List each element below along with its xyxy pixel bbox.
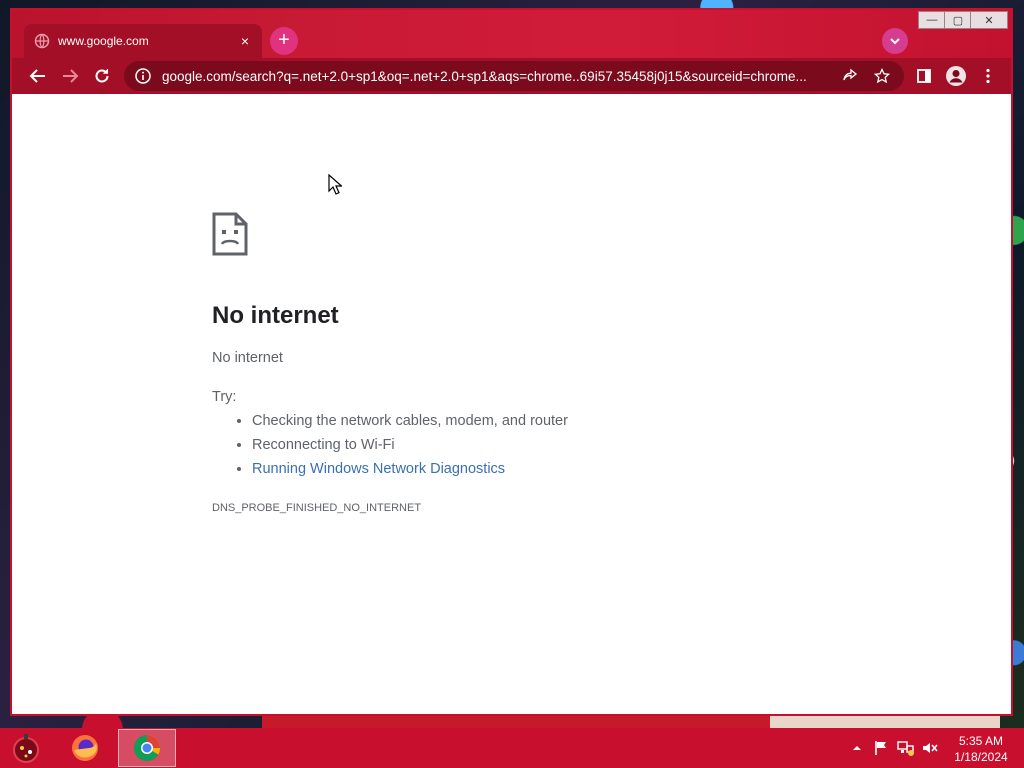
taskbar-firefox[interactable] [56,729,114,767]
minimize-button[interactable]: — [918,11,946,29]
share-icon[interactable] [838,64,862,88]
suggestion-item: Reconnecting to Wi-Fi [252,435,568,459]
clock-date: 1/18/2024 [954,750,1008,764]
new-tab-button[interactable]: + [270,27,298,55]
suggestion-list: Checking the network cables, modem, and … [234,411,568,483]
start-orb-icon [13,734,39,763]
clock-time: 5:35 AM [958,734,1004,748]
title-bar: www.google.com × + — ▢ ✕ [12,10,1011,58]
volume-button[interactable] [921,738,939,758]
tab-search-button[interactable] [882,28,908,54]
kebab-menu-icon [986,68,990,84]
error-subtext: No internet [212,350,283,366]
try-label: Try: [212,389,237,405]
error-headline: No internet [212,302,339,329]
close-window-button[interactable]: ✕ [970,11,1008,29]
taskbar: 5:35 AM 1/18/2024 [0,728,1024,768]
network-diagnostics-link[interactable]: Running Windows Network Diagnostics [252,461,505,477]
sad-page-icon [212,212,248,256]
menu-button[interactable] [976,64,1000,88]
address-url: google.com/search?q=.net+2.0+sp1&oq=.net… [162,68,807,84]
reload-icon [95,69,109,83]
tab-title: www.google.com [58,34,149,48]
info-icon[interactable] [134,67,152,85]
forward-arrow-icon [63,69,79,83]
suggestion-item-diagnostics: Running Windows Network Diagnostics [252,459,568,483]
globe-icon [34,33,50,49]
forward-button[interactable] [58,64,82,88]
firefox-icon [72,735,98,761]
back-button[interactable] [26,64,50,88]
reload-button[interactable] [90,64,114,88]
wallpaper-banner-edge [770,716,1000,728]
taskbar-chrome[interactable] [118,729,176,767]
profile-avatar-icon [946,66,966,86]
browser-toolbar: google.com/search?q=.net+2.0+sp1&oq=.net… [12,58,1011,94]
network-status-button[interactable] [897,738,915,758]
suggestion-item: Checking the network cables, modem, and … [252,411,568,435]
side-panel-icon [917,69,931,83]
start-button[interactable] [10,730,44,766]
wallpaper-banner [262,716,770,728]
network-disconnected-icon [897,741,914,756]
tab-close-icon[interactable]: × [238,33,252,49]
flag-icon [875,741,886,755]
error-page: No internet No internet Try: Checking th… [12,94,1011,714]
profile-button[interactable] [944,64,968,88]
maximize-button[interactable]: ▢ [944,11,972,29]
browser-tab[interactable]: www.google.com × [24,24,262,58]
browser-window: www.google.com × + — ▢ ✕ google.com/sear… [10,8,1013,716]
chrome-icon [133,734,161,762]
bookmark-star-icon[interactable] [870,64,894,88]
back-arrow-icon [29,69,45,83]
address-bar[interactable]: google.com/search?q=.net+2.0+sp1&oq=.net… [124,61,904,91]
chevron-down-icon [890,38,900,45]
error-code: DNS_PROBE_FINISHED_NO_INTERNET [212,502,422,514]
volume-muted-icon [923,743,938,753]
mouse-cursor-icon [328,174,342,195]
side-panel-button[interactable] [912,64,936,88]
taskbar-clock[interactable]: 5:35 AM 1/18/2024 [944,733,1018,765]
tray-expand-button[interactable] [848,738,866,758]
action-center-button[interactable] [872,738,890,758]
chevron-up-icon [853,746,861,750]
